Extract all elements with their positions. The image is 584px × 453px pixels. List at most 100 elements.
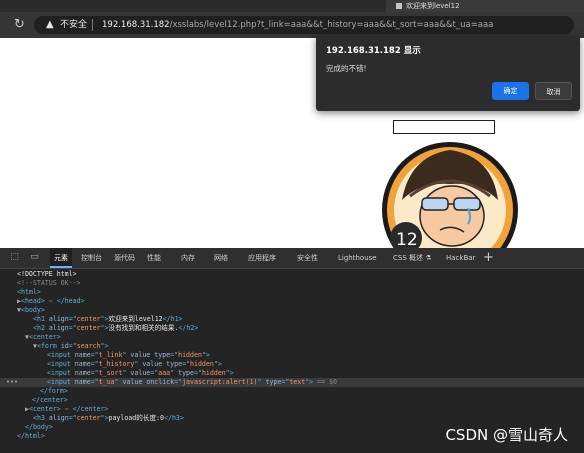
- dom-attr-value: t_ua: [98, 378, 115, 386]
- dom-punct: =": [194, 369, 202, 377]
- dom-attr: type: [166, 360, 183, 368]
- device-toolbar-icon[interactable]: ▭: [29, 252, 40, 263]
- dom-node[interactable]: ▶<center> ⋯ </center>: [25, 405, 108, 414]
- dom-node[interactable]: <input name="t_history" value type="hidd…: [47, 360, 222, 369]
- dom-node[interactable]: <h3 align="center">payload的长度:0</h3>: [33, 414, 184, 423]
- dom-node[interactable]: <!DOCTYPE html>: [17, 270, 77, 279]
- dom-attr-value: text: [289, 378, 306, 386]
- dom-attr: name: [74, 369, 91, 377]
- dom-tag: <h1: [33, 315, 49, 323]
- dom-node[interactable]: <!--STATUS OK-->: [17, 279, 81, 288]
- dom-attr: value: [130, 369, 151, 377]
- dom-attr: type: [178, 369, 194, 377]
- tab-memory[interactable]: 内存: [181, 248, 195, 268]
- add-tab-icon[interactable]: +: [483, 250, 494, 266]
- inspect-element-icon[interactable]: ⬚: [9, 252, 20, 263]
- tab-security[interactable]: 安全性: [297, 248, 318, 268]
- dialog-title: 192.168.31.182 显示: [326, 46, 421, 56]
- dom-node[interactable]: <input name="t_sort" value="aaa" type="h…: [47, 369, 234, 378]
- dom-node[interactable]: <h2 align="center">没有找到和相关的结果.</h2>: [33, 324, 198, 333]
- tab-lighthouse[interactable]: Lighthouse: [338, 248, 377, 268]
- address-bar[interactable]: ▲ 不安全 192.168.31.182/xsslabs/level12.php…: [34, 16, 574, 34]
- dom-punct: =": [182, 360, 191, 368]
- dom-punct: =": [68, 324, 77, 332]
- dom-punct: =": [68, 342, 77, 350]
- devtools-panel: ⬚ ▭ 元素 控制台 源代码 性能 内存 网络 应用程序 安全性 Lightho…: [0, 248, 584, 453]
- dom-punct: =": [90, 360, 99, 368]
- dom-punct: ">: [100, 342, 109, 350]
- dom-tag: <input: [47, 378, 75, 386]
- dom-node[interactable]: <h1 align="center">欢迎来到level12</h1>: [33, 315, 183, 324]
- dom-node[interactable]: </form>: [40, 387, 68, 396]
- dom-node-selected[interactable]: <input name="t_ua" value onclick="javasc…: [47, 378, 337, 387]
- dom-attr: name: [74, 360, 91, 368]
- dom-tag: <head>: [20, 297, 45, 305]
- dialog-message: 完成的不错!: [326, 64, 367, 73]
- dom-tag: </h3>: [164, 414, 184, 422]
- reload-icon[interactable]: ↻: [14, 17, 25, 33]
- dom-tag: <input: [47, 369, 75, 377]
- security-label[interactable]: 不安全: [60, 19, 87, 31]
- browser-toolbar: ↻ ▲ 不安全 192.168.31.182/xsslabs/level12.p…: [0, 12, 584, 38]
- cartoon-character-image: 12: [382, 142, 518, 248]
- dom-node[interactable]: <input name="t_link" value type="hidden"…: [47, 351, 210, 360]
- tab-console[interactable]: 控制台: [81, 248, 102, 268]
- dom-node[interactable]: <html>: [17, 288, 41, 297]
- dom-tag: <h2: [33, 324, 49, 332]
- dom-node[interactable]: ▼<body>: [17, 306, 45, 315]
- dom-node[interactable]: ▶<head> ⋯ </head>: [17, 297, 85, 306]
- collapsed-ellipsis[interactable]: ⋯: [61, 405, 73, 413]
- cancel-button[interactable]: 取消: [535, 82, 572, 100]
- tab-css-overview[interactable]: CSS 概述 ⚗: [393, 248, 432, 268]
- dom-tag: <html>: [17, 288, 41, 296]
- dom-tag: </center>: [72, 405, 109, 413]
- dom-punct: ">: [225, 369, 234, 377]
- dom-punct: =": [174, 378, 183, 386]
- tab-performance[interactable]: 性能: [147, 248, 161, 268]
- tab-network[interactable]: 网络: [214, 248, 228, 268]
- url-host: 192.168.31.182: [102, 20, 170, 30]
- dom-punct: =": [90, 351, 99, 359]
- dom-punct: ": [170, 369, 179, 377]
- tab-application[interactable]: 应用程序: [248, 248, 276, 268]
- dom-node[interactable]: </center>: [32, 396, 68, 405]
- more-options-icon[interactable]: •••: [6, 378, 18, 387]
- dom-punct: ">: [213, 360, 222, 368]
- dom-tag: </html>: [17, 432, 45, 440]
- dom-attr-value: hidden: [201, 369, 226, 377]
- t-ua-input[interactable]: [393, 120, 495, 134]
- dom-punct: =": [68, 414, 77, 422]
- dom-attr: value: [142, 360, 163, 368]
- url-text[interactable]: 192.168.31.182/xsslabs/level12.php?t_lin…: [102, 19, 493, 31]
- tab-elements[interactable]: 元素: [50, 248, 72, 268]
- watermark: CSDN @雪山奇人: [445, 426, 568, 444]
- dom-tag: </body>: [25, 423, 53, 431]
- dom-attr-value: aaa: [158, 369, 171, 377]
- title-bar: 欢迎来到level12: [0, 0, 584, 12]
- dom-attr-value: search: [76, 342, 101, 350]
- dom-attr-value: center: [76, 324, 101, 332]
- dom-tag: <form: [36, 342, 61, 350]
- warning-icon[interactable]: ▲: [46, 19, 54, 31]
- dom-punct: ">: [305, 378, 318, 386]
- alert-dialog: 192.168.31.182 显示 完成的不错! 确定 取消: [316, 36, 580, 111]
- tab-sources[interactable]: 源代码: [114, 248, 135, 268]
- dom-node[interactable]: ▼<form id="search">: [33, 342, 109, 351]
- ok-button[interactable]: 确定: [492, 82, 529, 100]
- dom-node[interactable]: ▼<center>: [25, 333, 61, 342]
- tab-title: 欢迎来到level12: [406, 2, 460, 10]
- dom-attr: value: [122, 378, 143, 386]
- selected-node-marker: == $0: [317, 378, 337, 386]
- tab-hackbar[interactable]: HackBar: [446, 248, 475, 268]
- dom-punct: =": [68, 315, 77, 323]
- dom-node[interactable]: </html>: [17, 432, 45, 441]
- dom-text: payload的长度:0: [108, 414, 164, 422]
- devtools-tab-bar: ⬚ ▭ 元素 控制台 源代码 性能 内存 网络 应用程序 安全性 Lightho…: [0, 248, 584, 269]
- dom-node[interactable]: </body>: [25, 423, 53, 432]
- browser-tab[interactable]: 欢迎来到level12: [386, 0, 584, 12]
- dom-attr-value: center: [76, 315, 101, 323]
- favicon-icon: [396, 3, 402, 9]
- collapsed-ellipsis[interactable]: ⋯: [45, 297, 57, 305]
- level-image: 12: [380, 138, 520, 248]
- dom-punct: =": [90, 378, 99, 386]
